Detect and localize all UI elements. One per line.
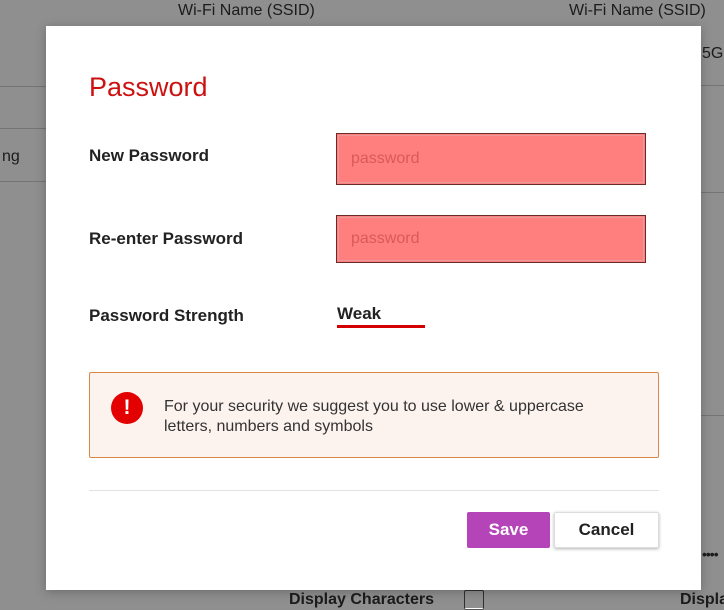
new-password-input[interactable] [336,133,646,185]
security-notice-text: For your security we suggest you to use … [164,398,584,435]
password-strength-bar [337,325,425,328]
cancel-button[interactable]: Cancel [554,512,659,548]
password-dialog: Password New Password Re-enter Password … [46,26,701,590]
exclamation-icon: ! [111,392,143,424]
password-strength-value: Weak [337,304,382,323]
save-button[interactable]: Save [467,512,550,548]
security-notice: ! For your security we suggest you to us… [89,372,659,458]
reenter-password-input[interactable] [336,215,646,263]
dialog-divider [89,490,659,491]
new-password-label: New Password [89,146,209,165]
dialog-title: Password [89,72,208,102]
reenter-password-label: Re-enter Password [89,229,243,248]
password-strength-label: Password Strength [89,306,244,325]
